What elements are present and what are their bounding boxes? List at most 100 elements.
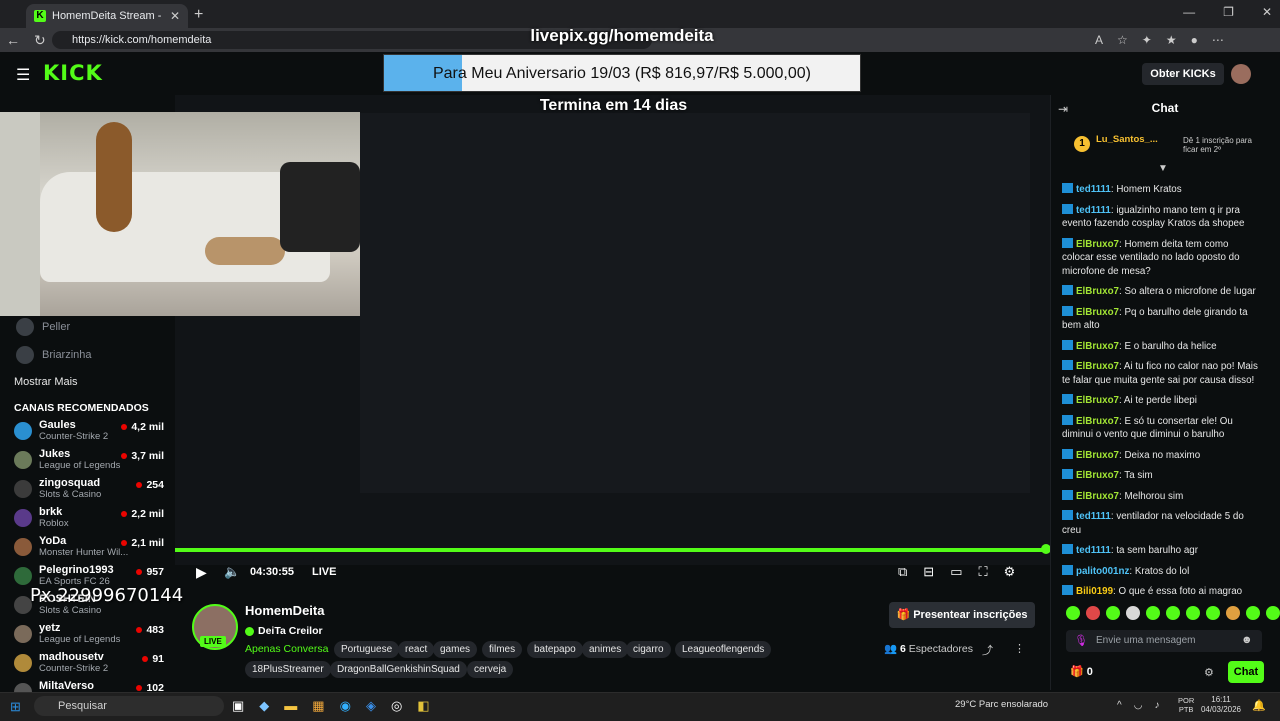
stream-tag[interactable]: cerveja (467, 661, 514, 678)
stream-category[interactable]: Apenas Conversa (245, 643, 328, 655)
chat-username[interactable]: ElBruxo7 (1076, 470, 1119, 481)
app2-icon[interactable]: ◧ (417, 698, 429, 714)
weather-widget[interactable]: 29°C Parc ensolarado (955, 699, 1048, 710)
chat-username[interactable]: ted1111 (1076, 184, 1111, 195)
share-icon[interactable]: ⤴ (982, 642, 993, 658)
emote-icon[interactable] (1166, 606, 1180, 620)
recommended-channel[interactable]: brkk Roblox 2,2 mil (14, 506, 164, 530)
get-kicks-button[interactable]: Obter KICKs (1142, 63, 1224, 85)
emoji-icon[interactable]: ☻ (1241, 634, 1253, 646)
emote-icon[interactable] (1226, 606, 1240, 620)
chat-username[interactable]: ElBruxo7 (1076, 395, 1119, 406)
recommended-channel[interactable]: YoDa Monster Hunter Wil... 2,1 mil (14, 535, 164, 559)
user-avatar[interactable] (1231, 64, 1251, 84)
theater-icon[interactable]: ▭ (950, 564, 962, 580)
kick-logo[interactable]: KICK (43, 61, 103, 85)
minimize-icon[interactable]: — (1183, 5, 1195, 19)
stream-tag[interactable]: 18PlusStreamer (245, 661, 331, 678)
recommended-channel[interactable]: madhousetv Counter-Strike 2 91 (14, 651, 164, 675)
emote-icon[interactable] (1266, 606, 1280, 620)
chat-username[interactable]: ted1111 (1076, 205, 1111, 216)
recommended-channel[interactable]: zingosquad Slots & Casino 254 (14, 477, 164, 501)
stream-tag[interactable]: Leagueoflengends (675, 641, 772, 658)
settings-icon[interactable]: ⚙ (1004, 564, 1016, 580)
chat-username[interactable]: ElBruxo7 (1076, 491, 1119, 502)
emote-icon[interactable] (1066, 606, 1080, 620)
stream-tag[interactable]: DragonBallGenkishinSquad (330, 661, 467, 678)
browser-tab[interactable]: K HomemDeita Stream - Watch Live ✕ (26, 4, 188, 28)
goal-prefix: Para (432, 65, 467, 82)
mic-icon[interactable]: 🎙 (1074, 634, 1088, 647)
chat-username[interactable]: ElBruxo7 (1076, 341, 1119, 352)
new-tab-icon[interactable]: + (194, 6, 203, 24)
progress-bar[interactable] (175, 548, 1043, 552)
volume-icon[interactable]: 🔈 (224, 564, 240, 580)
play-icon[interactable]: ▶ (196, 564, 207, 581)
chat-username[interactable]: ElBruxo7 (1076, 450, 1119, 461)
hamburger-menu-icon[interactable]: ☰ (16, 65, 30, 85)
notification-icon[interactable]: 🔔 (1252, 699, 1266, 712)
taskbar-search[interactable]: Pesquisar (34, 696, 224, 716)
stream-tag[interactable]: filmes (482, 641, 523, 658)
recommended-channel[interactable]: Gaules Counter-Strike 2 4,2 mil (14, 419, 164, 443)
emote-icon[interactable] (1206, 606, 1220, 620)
more-options-icon[interactable]: ⋮ (1014, 642, 1025, 655)
stream-tag[interactable]: batepapo (527, 641, 583, 658)
pinned-user[interactable]: Lu_Santos_... (1096, 134, 1158, 145)
close-tab-icon[interactable]: ✕ (170, 9, 180, 23)
recommended-channel[interactable]: yetz League of Legends 483 (14, 622, 164, 646)
file-explorer-icon[interactable]: ▬ (284, 698, 297, 714)
fullscreen-icon[interactable]: ⛶ (979, 564, 988, 580)
stream-tag[interactable]: Portuguese (334, 641, 400, 658)
app-icon[interactable]: ◈ (366, 698, 376, 714)
send-chat-button[interactable]: Chat (1228, 661, 1264, 683)
edge-icon[interactable]: ◉ (340, 698, 351, 714)
chat-username[interactable]: Bili0199 (1076, 586, 1113, 597)
chat-username[interactable]: palito001nz (1076, 566, 1129, 577)
chat-username[interactable]: ted1111 (1076, 511, 1111, 522)
emote-icon[interactable] (1106, 606, 1120, 620)
chat-username[interactable]: ElBruxo7 (1076, 239, 1119, 250)
stream-tag[interactable]: cigarro (626, 641, 671, 658)
recommended-channel[interactable]: Jukes League of Legends 3,7 mil (14, 448, 164, 472)
emote-icon[interactable] (1126, 606, 1140, 620)
network-icon[interactable]: ◡ (1134, 700, 1143, 711)
chat-message-input[interactable]: Envie uma mensagem (1066, 630, 1262, 652)
avatar (14, 451, 32, 469)
chevron-down-icon[interactable]: ▼ (1158, 163, 1168, 174)
store-icon[interactable]: ▦ (312, 698, 324, 714)
language-indicator[interactable]: POR PTB (1178, 696, 1194, 714)
pip-icon[interactable]: ⧉ (898, 564, 907, 580)
badge-icon (1062, 339, 1073, 350)
chat-username[interactable]: ElBruxo7 (1076, 286, 1119, 297)
speaker-icon[interactable]: ♪ (1154, 700, 1159, 711)
chat-username[interactable]: ElBruxo7 (1076, 307, 1119, 318)
clip-icon[interactable]: ⊟ (923, 564, 934, 580)
obs-icon[interactable]: ◎ (391, 698, 402, 714)
emote-icon[interactable] (1146, 606, 1160, 620)
chat-username[interactable]: ted1111 (1076, 545, 1111, 556)
chat-settings-icon[interactable]: ⚙ (1204, 666, 1214, 679)
windows-start-icon[interactable]: ⊞ (10, 699, 21, 715)
emote-icon[interactable] (1246, 606, 1260, 620)
show-more-link[interactable]: Mostrar Mais (14, 376, 78, 388)
streamer-name[interactable]: HomemDeita (245, 603, 324, 618)
clock[interactable]: 16:11 04/03/2026 (1200, 695, 1242, 715)
gift-subs-button[interactable]: 🎁 Presentear inscrições (889, 602, 1035, 628)
stream-tag[interactable]: animes (582, 641, 629, 658)
followed-channel[interactable]: Briarzinha (16, 346, 92, 364)
close-window-icon[interactable]: ✕ (1262, 5, 1272, 19)
chat-username[interactable]: ElBruxo7 (1076, 361, 1119, 372)
task-view-icon[interactable]: ▣ (232, 698, 244, 714)
chat-username[interactable]: ElBruxo7 (1076, 416, 1119, 427)
emote-icon[interactable] (1186, 606, 1200, 620)
nested-screen-capture (360, 113, 1030, 493)
stream-tag[interactable]: games (433, 641, 478, 658)
channel-points[interactable]: 🎁 0 (1070, 665, 1093, 678)
followed-channel[interactable]: Peller (16, 318, 70, 336)
stream-tag[interactable]: react (398, 641, 435, 658)
maximize-icon[interactable]: ❐ (1223, 5, 1234, 19)
copilot-icon[interactable]: ◆ (259, 698, 269, 714)
tray-arrow-icon[interactable]: ^ (1117, 700, 1122, 711)
emote-icon[interactable] (1086, 606, 1100, 620)
